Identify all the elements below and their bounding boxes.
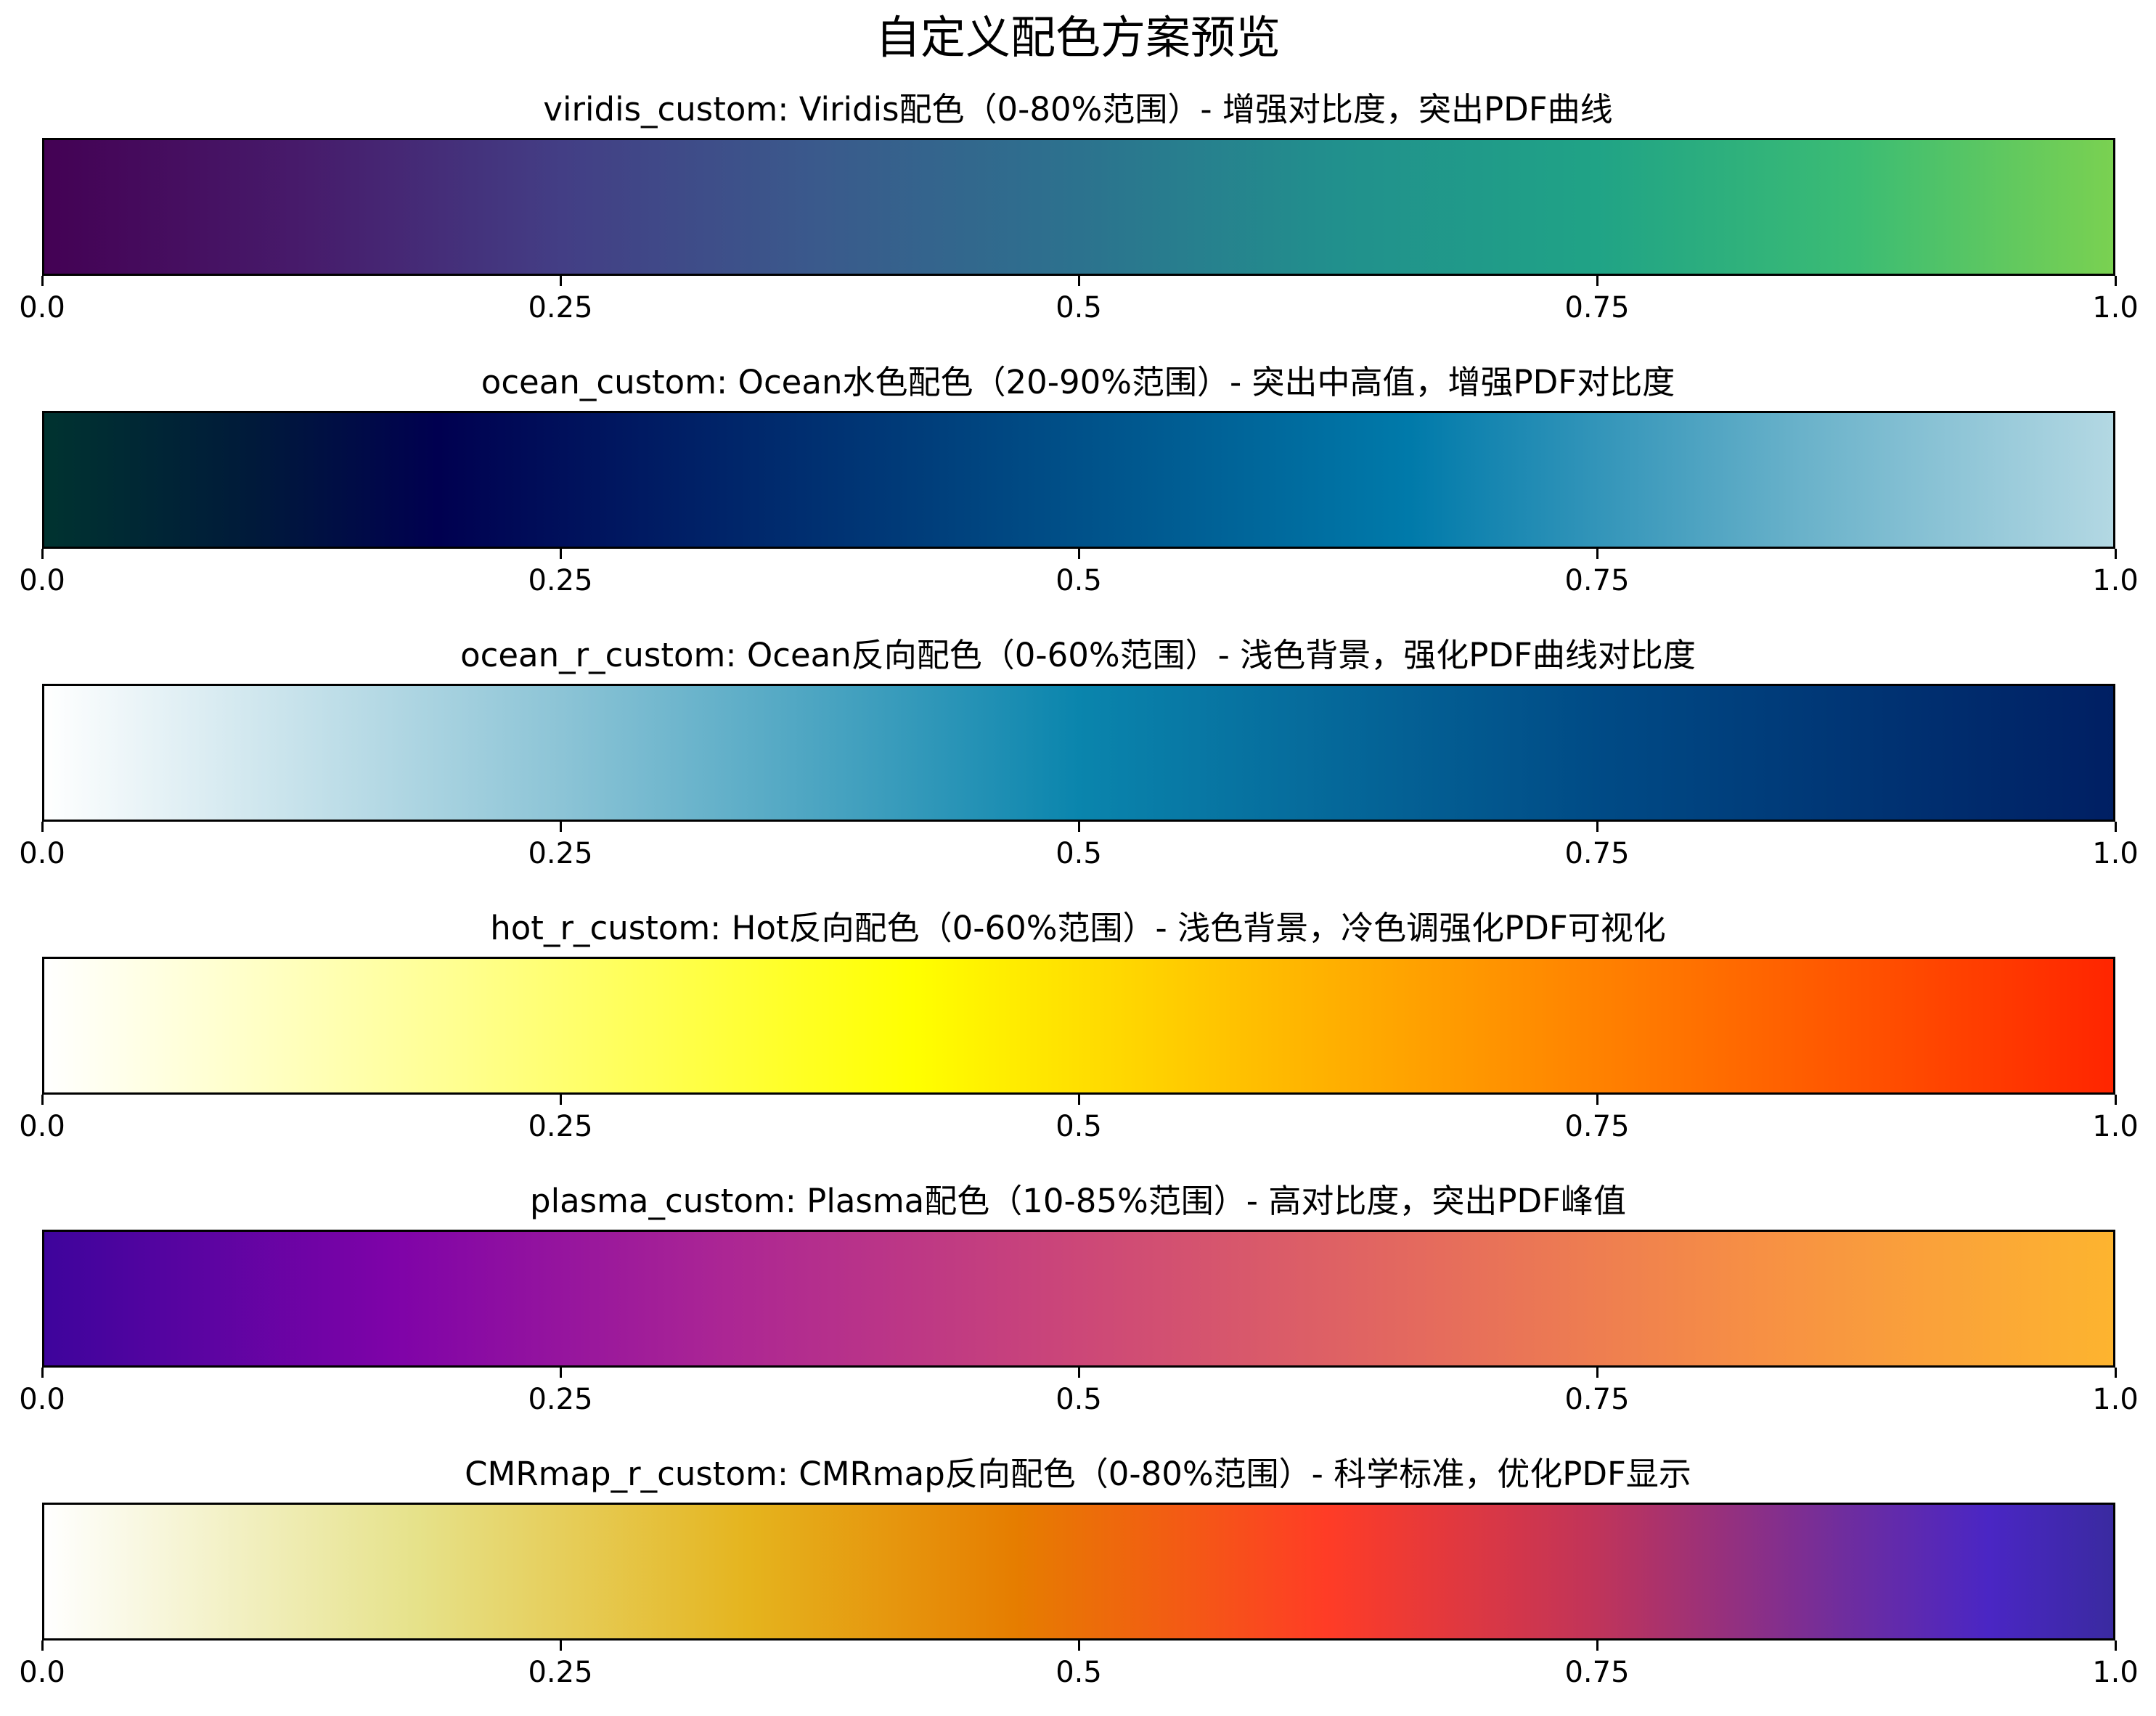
x-tick-mark	[1077, 1095, 1080, 1105]
x-tick-label: 0.5	[1055, 1383, 1102, 1416]
x-tick-mark	[1596, 276, 1598, 286]
x-tick-mark	[1077, 549, 1080, 559]
x-tick-mark	[41, 549, 44, 559]
x-tick-mark	[2114, 276, 2117, 286]
x-tick-mark	[1596, 822, 1598, 832]
colorbar-title: ocean_custom: Ocean水色配色（20-90%范围）- 突出中高值…	[481, 363, 1675, 401]
colorbar-title: viridis_custom: Viridis配色（0-80%范围）- 增强对比…	[543, 90, 1613, 128]
x-tick-mark	[2114, 822, 2117, 832]
x-tick-mark	[2114, 1641, 2117, 1651]
x-tick-label: 0.5	[1055, 837, 1102, 870]
x-tick-label: 0.75	[1564, 291, 1630, 324]
x-tick-mark	[41, 1095, 44, 1105]
x-tick-label: 0.5	[1055, 564, 1102, 597]
x-tick-mark	[2114, 1368, 2117, 1378]
x-tick-mark	[1077, 1368, 1080, 1378]
x-tick-mark	[41, 1641, 44, 1651]
x-tick-label: 0.5	[1055, 291, 1102, 324]
x-tick-label: 0.25	[528, 1383, 593, 1416]
colorbar-title: hot_r_custom: Hot反向配色（0-60%范围）- 浅色背景，冷色调…	[490, 909, 1666, 947]
x-tick-mark	[1596, 1641, 1598, 1651]
x-tick-label: 1.0	[2092, 291, 2139, 324]
colorbar-title: plasma_custom: Plasma配色（10-85%范围）- 高对比度，…	[530, 1182, 1626, 1220]
x-tick-label: 0.0	[19, 291, 65, 324]
x-tick-mark	[41, 276, 44, 286]
x-tick-label: 1.0	[2092, 837, 2139, 870]
x-tick-mark	[1596, 1095, 1598, 1105]
x-tick-label: 0.5	[1055, 1656, 1102, 1689]
x-tick-label: 1.0	[2092, 1656, 2139, 1689]
colorbar-gradient	[42, 138, 2115, 276]
x-tick-label: 0.25	[528, 291, 593, 324]
x-tick-label: 0.0	[19, 1656, 65, 1689]
x-tick-label: 0.75	[1564, 1383, 1630, 1416]
x-tick-label: 0.0	[19, 1383, 65, 1416]
x-tick-label: 1.0	[2092, 1383, 2139, 1416]
colorbar-title: CMRmap_r_custom: CMRmap反向配色（0-80%范围）- 科学…	[465, 1455, 1691, 1493]
x-tick-mark	[559, 276, 562, 286]
x-tick-mark	[559, 1095, 562, 1105]
figure-title: 自定义配色方案预览	[875, 11, 1281, 64]
x-tick-label: 0.0	[19, 564, 65, 597]
x-tick-label: 1.0	[2092, 1110, 2139, 1143]
x-tick-label: 0.0	[19, 837, 65, 870]
x-tick-mark	[41, 1368, 44, 1378]
x-tick-mark	[1077, 822, 1080, 832]
x-tick-mark	[559, 1641, 562, 1651]
colorbar-title: ocean_r_custom: Ocean反向配色（0-60%范围）- 浅色背景…	[460, 636, 1696, 674]
x-tick-label: 0.5	[1055, 1110, 1102, 1143]
x-tick-label: 0.0	[19, 1110, 65, 1143]
x-tick-mark	[559, 822, 562, 832]
x-tick-mark	[2114, 1095, 2117, 1105]
x-tick-mark	[2114, 549, 2117, 559]
x-tick-mark	[559, 1368, 562, 1378]
colorbar-gradient	[42, 684, 2115, 822]
x-tick-label: 0.75	[1564, 837, 1630, 870]
colorbar-gradient	[42, 411, 2115, 549]
x-tick-label: 1.0	[2092, 564, 2139, 597]
x-tick-label: 0.75	[1564, 1110, 1630, 1143]
x-tick-label: 0.25	[528, 1110, 593, 1143]
colorbar-gradient	[42, 1230, 2115, 1368]
colorbar-gradient	[42, 957, 2115, 1095]
x-tick-mark	[41, 822, 44, 832]
x-tick-label: 0.25	[528, 564, 593, 597]
x-tick-label: 0.25	[528, 1656, 593, 1689]
x-tick-mark	[1596, 1368, 1598, 1378]
x-tick-mark	[1077, 1641, 1080, 1651]
x-tick-label: 0.25	[528, 837, 593, 870]
x-tick-mark	[1077, 276, 1080, 286]
x-tick-mark	[1596, 549, 1598, 559]
x-tick-label: 0.75	[1564, 1656, 1630, 1689]
colorbar-gradient	[42, 1503, 2115, 1641]
x-tick-mark	[559, 549, 562, 559]
x-tick-label: 0.75	[1564, 564, 1630, 597]
